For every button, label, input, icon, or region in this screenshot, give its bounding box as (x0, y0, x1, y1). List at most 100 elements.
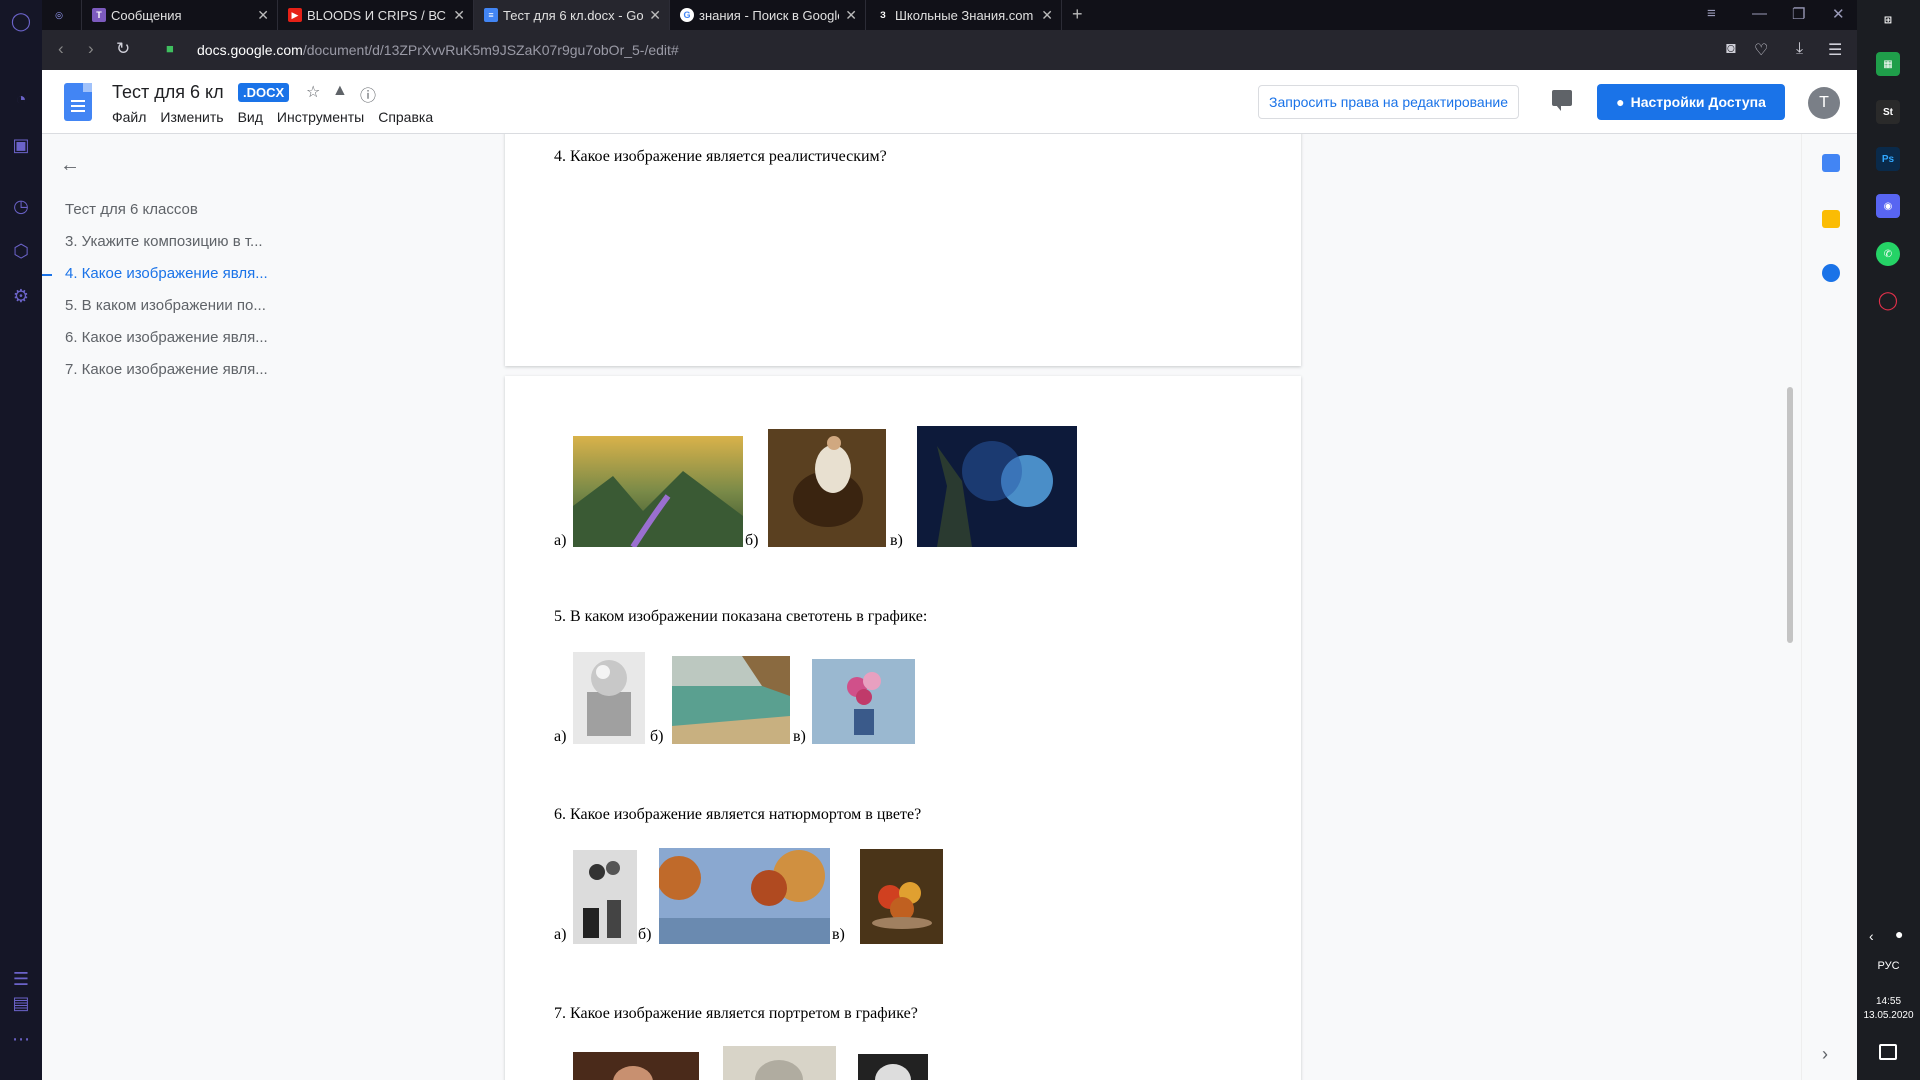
tray-expand-icon[interactable]: ‹ (1869, 928, 1874, 944)
option-a-label: а) (554, 532, 567, 549)
option-v-label: в) (793, 728, 806, 745)
docs-header: Тест для 6 кл .DOCX ☆ ▲ ⓘ Файл Изменить … (42, 70, 1857, 134)
restore-icon[interactable]: ❐ (1792, 5, 1805, 23)
history-icon[interactable]: ◷ (8, 193, 34, 219)
option-a-label: а) (554, 926, 567, 943)
bookmark-heart-icon[interactable]: ♡ (1754, 40, 1768, 60)
docx-badge: .DOCX (238, 83, 290, 102)
star-icon[interactable]: ☆ (306, 82, 320, 102)
flowers-still-life-image[interactable] (812, 659, 915, 744)
close-window-icon[interactable]: ✕ (1832, 5, 1845, 23)
back-icon[interactable]: ‹ (58, 39, 64, 59)
language-indicator[interactable]: РУС (1857, 960, 1920, 972)
clock-date[interactable]: 13.05.2020 (1857, 1010, 1920, 1021)
option-b-label: б) (745, 532, 759, 549)
close-tab-icon[interactable]: ✕ (257, 7, 269, 24)
more-dots-icon[interactable]: ⋯ (8, 1026, 34, 1052)
menu-tools[interactable]: Инструменты (277, 109, 364, 125)
tab-bar: ◎ T Сообщения ✕ ▶ BLOODS И CRIPS / ВСЕ Ч… (42, 0, 1857, 30)
tab-messages[interactable]: T Сообщения ✕ (82, 0, 278, 30)
autumn-forest-image[interactable] (659, 848, 830, 944)
menu-edit[interactable]: Изменить (160, 109, 223, 125)
twitch-sidebar-icon[interactable]: ▣ (8, 132, 34, 158)
option-b-label: б) (650, 728, 664, 745)
drive-move-icon[interactable]: ▲ (332, 82, 348, 100)
avatar[interactable]: T (1808, 87, 1840, 119)
keep-icon[interactable] (1822, 210, 1840, 228)
new-tab-plus-icon[interactable]: + (1072, 4, 1083, 25)
close-outline-arrow-icon[interactable]: ← (60, 154, 80, 177)
whatsapp-icon[interactable]: ✆ (1876, 242, 1900, 266)
opera-icon[interactable]: ◯ (1876, 288, 1900, 312)
workspace-2-icon[interactable]: ▤ (8, 990, 34, 1016)
request-edit-button[interactable]: Запросить права на редактирование (1258, 85, 1520, 119)
windows-taskbar: ⊞ ▦ St Ps ◉ ✆ ◯ ‹ ● РУС 14:55 13.05.2020 (1857, 0, 1920, 1080)
info-icon[interactable]: ⓘ (360, 82, 376, 106)
photoshop-icon[interactable]: Ps (1876, 147, 1900, 171)
tab-znanija[interactable]: З Школьные Знания.com - Р ✕ (866, 0, 1062, 30)
portrait-1-image[interactable] (573, 1052, 699, 1080)
tasks-icon[interactable] (1822, 264, 1840, 282)
fruit-still-life-image[interactable] (860, 849, 943, 944)
outline-item-q6[interactable]: 6. Какое изображение явля... (65, 329, 268, 346)
outline-item-q5[interactable]: 5. В каком изображении по... (65, 297, 266, 314)
opera-logo-icon[interactable]: ◯ (8, 8, 34, 34)
microphone-icon[interactable]: ● (1895, 926, 1903, 942)
document-page-2[interactable]: а) б) в) 5. В каком изображении показана… (505, 376, 1301, 1080)
outline-item-q7[interactable]: 7. Какое изображение явля... (65, 361, 268, 378)
forward-icon[interactable]: › (88, 39, 94, 59)
tab-menu-icon[interactable]: ≡ (1707, 5, 1716, 22)
windows-start-icon[interactable]: ⊞ (1876, 8, 1900, 32)
menu-help[interactable]: Справка (378, 109, 433, 125)
menu-view[interactable]: Вид (238, 109, 263, 125)
close-tab-icon[interactable]: ✕ (453, 7, 465, 24)
close-tab-icon[interactable]: ✕ (845, 7, 857, 24)
document-scrollbar[interactable] (1787, 387, 1793, 643)
tab-discord-pinned[interactable]: ◎ (42, 0, 82, 30)
tab-youtube[interactable]: ▶ BLOODS И CRIPS / ВСЕ ЧТО ✕ (278, 0, 474, 30)
document-page-1[interactable]: 4. Какое изображение является реалистиче… (505, 134, 1301, 366)
tab-google-search[interactable]: G знания - Поиск в Google ✕ (670, 0, 866, 30)
close-tab-icon[interactable]: ✕ (649, 7, 661, 24)
portrait-3-image[interactable] (858, 1054, 928, 1080)
app-green-icon[interactable]: ▦ (1876, 52, 1900, 76)
outline-item-q3[interactable]: 3. Укажите композицию в т... (65, 233, 263, 250)
workspaces-icon[interactable]: ☰ (8, 966, 34, 992)
download-icon[interactable]: ⤓ (1796, 40, 1803, 58)
close-tab-icon[interactable]: ✕ (1041, 7, 1053, 24)
notifications-icon[interactable] (1879, 1044, 1897, 1060)
outline-item-q4[interactable]: 4. Какое изображение явля... (65, 265, 268, 282)
option-v-label: в) (832, 926, 845, 943)
address-bar: ‹ › ↻ ■ docs.google.com/document/d/13ZPr… (42, 30, 1857, 70)
cosmic-tree-image[interactable] (917, 426, 1077, 547)
expand-side-panel-icon[interactable]: › (1822, 1044, 1828, 1065)
outline-active-marker (42, 274, 52, 276)
reload-icon[interactable]: ↻ (116, 39, 130, 59)
fantasy-landscape-image[interactable] (573, 436, 743, 547)
start-app-icon[interactable]: St (1876, 100, 1900, 124)
document-title[interactable]: Тест для 6 кл (112, 82, 224, 103)
portrait-2-image[interactable] (723, 1046, 836, 1080)
menu-file[interactable]: Файл (112, 109, 146, 125)
minimize-icon[interactable]: — (1752, 5, 1767, 22)
docs-icon: ≡ (484, 8, 498, 22)
docs-logo-icon[interactable] (64, 83, 92, 121)
bw-still-life-image[interactable] (573, 850, 637, 944)
discord-icon[interactable]: ◉ (1876, 194, 1900, 218)
seashore-painting-image[interactable] (672, 656, 790, 744)
speed-dial-icon[interactable]: ◔ (8, 86, 34, 112)
comments-icon[interactable] (1552, 90, 1572, 111)
url-field[interactable]: docs.google.com/document/d/13ZPrXvvRuK5m… (197, 42, 679, 58)
calendar-icon[interactable] (1822, 154, 1840, 172)
share-button[interactable]: ● Настройки Доступа (1597, 84, 1785, 120)
snapshot-camera-icon[interactable]: ◙ (1726, 40, 1736, 58)
settings-gear-icon[interactable]: ⚙ (8, 283, 34, 309)
extensions-cube-icon[interactable]: ⬡ (8, 238, 34, 264)
outline-item-title[interactable]: Тест для 6 классов (65, 201, 198, 218)
equestrian-painting-image[interactable] (768, 429, 886, 547)
sphere-cube-drawing-image[interactable] (573, 652, 645, 744)
tab-google-docs[interactable]: ≡ Тест для 6 кл.docx - Googl ✕ (474, 0, 670, 30)
clock-time[interactable]: 14:55 (1857, 996, 1920, 1007)
easy-setup-icon[interactable]: ☰ (1828, 40, 1842, 60)
youtube-icon: ▶ (288, 8, 302, 22)
